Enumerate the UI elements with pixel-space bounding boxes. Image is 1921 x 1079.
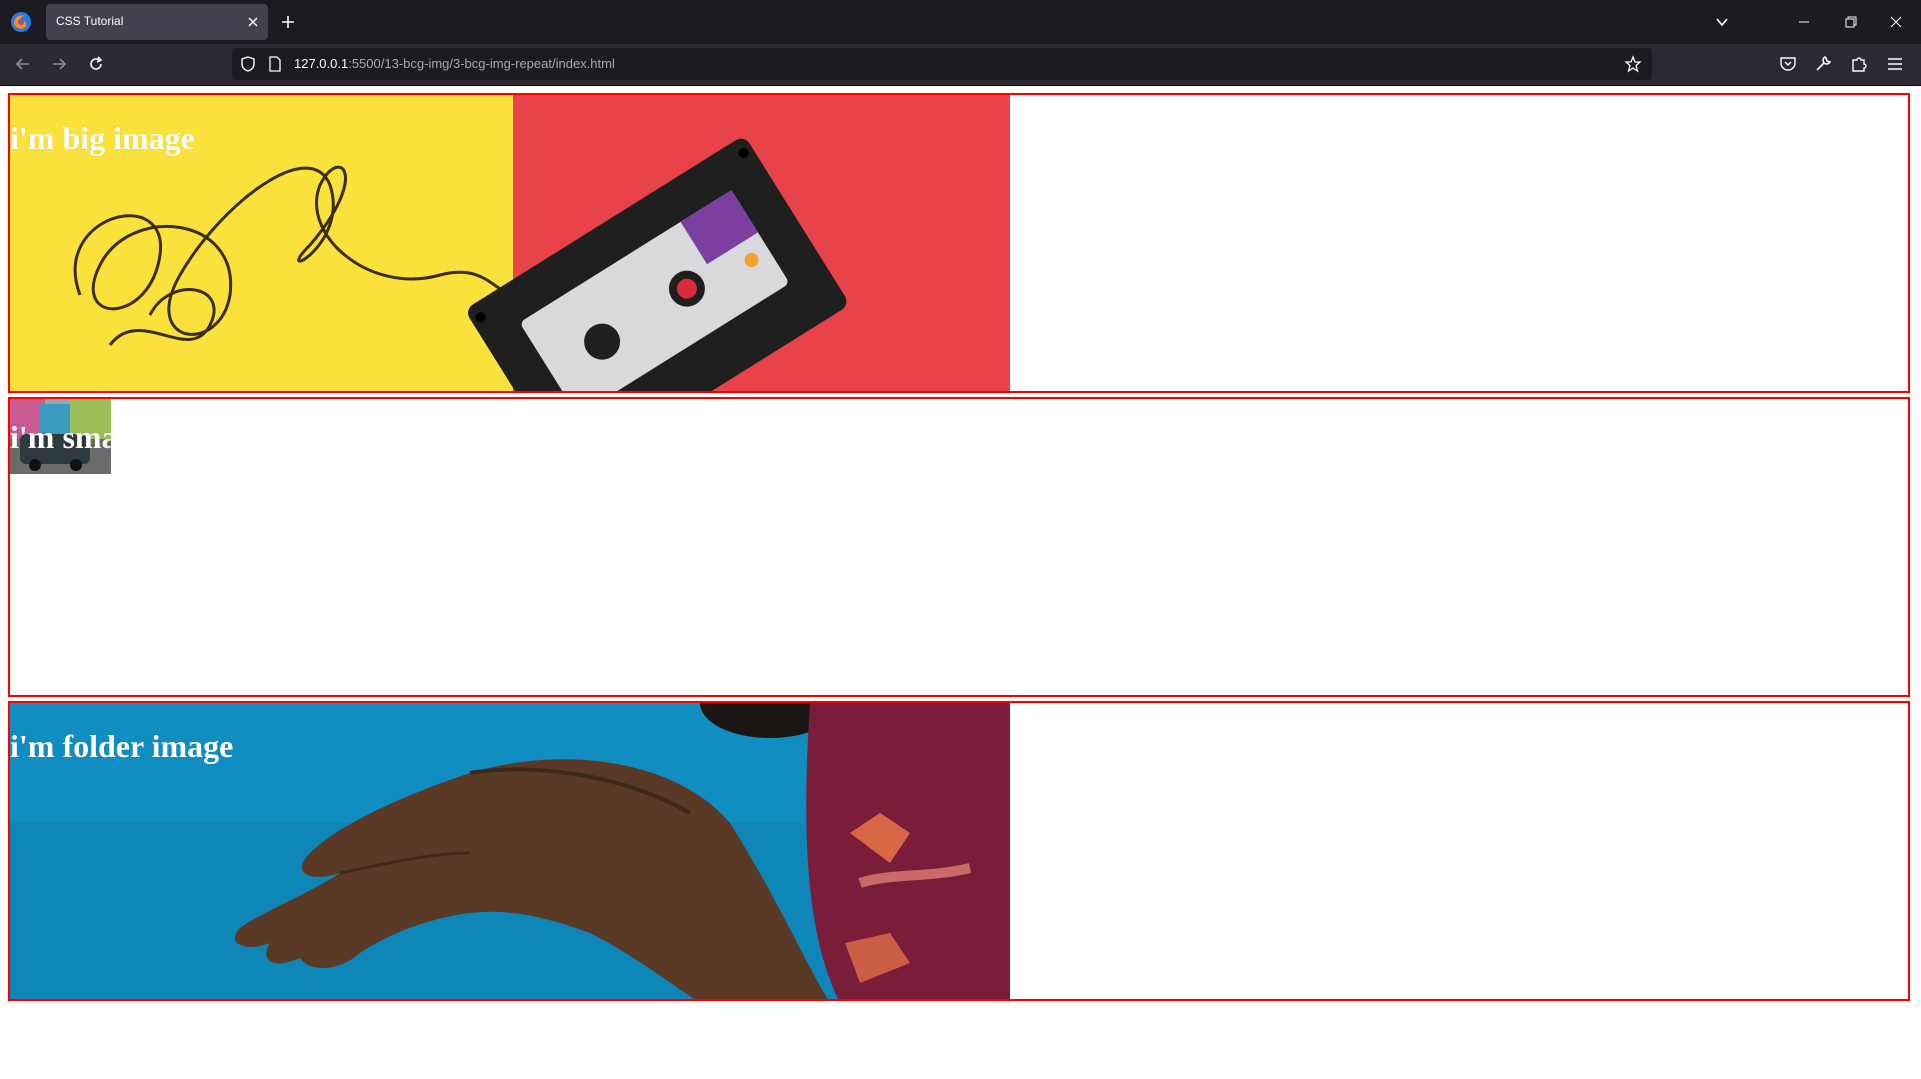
firefox-logo-icon[interactable] bbox=[10, 11, 32, 33]
url-host: 127.0.0.1 bbox=[294, 56, 349, 71]
hamburger-icon[interactable] bbox=[1885, 54, 1905, 74]
page-content: i'm big image i'm small image bbox=[0, 86, 1921, 1079]
star-icon[interactable] bbox=[1624, 55, 1642, 73]
small-image-card: i'm small image bbox=[8, 397, 1910, 697]
tab-bar: CSS Tutorial bbox=[0, 0, 1921, 44]
pocket-icon[interactable] bbox=[1778, 54, 1798, 74]
card-heading: i'm folder image bbox=[10, 728, 234, 764]
folder-image-card: i'm folder image bbox=[8, 701, 1910, 1001]
url-text[interactable]: 127.0.0.1:5500/13-bcg-img/3-bcg-img-repe… bbox=[294, 56, 615, 71]
arrow-right-icon[interactable] bbox=[49, 54, 69, 74]
minimize-icon[interactable] bbox=[1781, 10, 1827, 34]
card-heading: i'm big image bbox=[10, 120, 195, 156]
tab-title: CSS Tutorial bbox=[56, 14, 124, 28]
window-close-icon[interactable] bbox=[1873, 10, 1919, 34]
url-path: :5500/13-bcg-img/3-bcg-img-repeat/index.… bbox=[348, 56, 615, 71]
tab-css-tutorial[interactable]: CSS Tutorial bbox=[46, 4, 268, 40]
arrow-left-icon[interactable] bbox=[13, 54, 33, 74]
page-icon[interactable] bbox=[268, 56, 282, 72]
card-heading: i'm small image bbox=[10, 419, 111, 455]
puzzle-icon[interactable] bbox=[1849, 54, 1869, 74]
shield-icon[interactable] bbox=[240, 56, 256, 72]
close-icon[interactable] bbox=[246, 15, 260, 29]
restore-icon[interactable] bbox=[1827, 10, 1873, 34]
big-image-card: i'm big image bbox=[8, 93, 1910, 393]
navigation-toolbar: 127.0.0.1:5500/13-bcg-img/3-bcg-img-repe… bbox=[0, 44, 1921, 86]
address-bar[interactable]: 127.0.0.1:5500/13-bcg-img/3-bcg-img-repe… bbox=[232, 48, 1652, 80]
wrench-icon[interactable] bbox=[1813, 54, 1833, 74]
plus-icon[interactable] bbox=[280, 14, 296, 30]
reload-icon[interactable] bbox=[86, 54, 106, 74]
small-image-clip: i'm small image bbox=[10, 399, 111, 474]
chevron-down-icon[interactable] bbox=[1714, 14, 1730, 30]
